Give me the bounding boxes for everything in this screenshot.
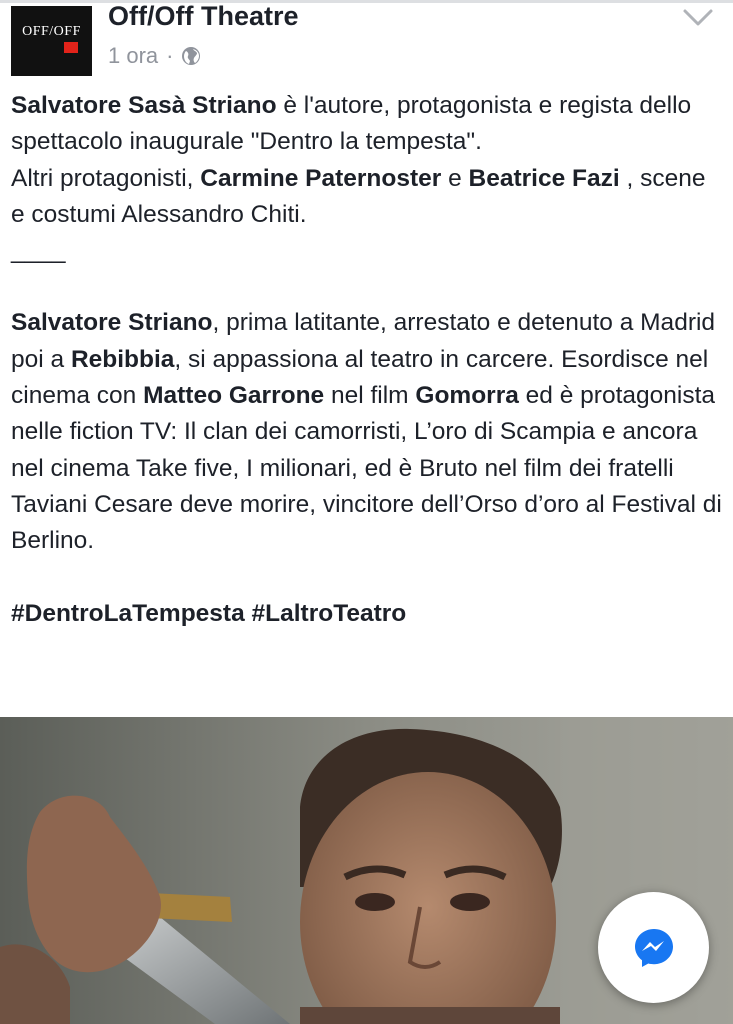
- paragraph-1-text-3: e: [441, 164, 469, 192]
- mention-salvatore-striano[interactable]: Salvatore Striano: [11, 309, 213, 336]
- post-paragraph-2: Salvatore Striano, prima latitante, arre…: [11, 305, 723, 559]
- page-name-link[interactable]: Off/Off Theatre: [108, 1, 299, 32]
- mention-salvatore-sasa-striano[interactable]: Salvatore Sasà Striano: [11, 92, 277, 119]
- avatar-logo-text: OFF/OFF: [22, 24, 81, 39]
- page-avatar[interactable]: OFF/OFF: [11, 6, 92, 76]
- facebook-post: OFF/OFF Off/Off Theatre 1 ora · Salvator…: [0, 0, 733, 1024]
- mention-beatrice-fazi[interactable]: Beatrice Fazi: [469, 165, 620, 192]
- messenger-icon: [634, 928, 673, 967]
- messenger-button[interactable]: [598, 892, 709, 1003]
- chevron-down-icon[interactable]: [682, 5, 714, 29]
- mention-carmine-paternoster[interactable]: Carmine Paternoster: [200, 165, 441, 192]
- meta-separator: ·: [166, 43, 174, 68]
- post-paragraph-1: Salvatore Sasà Striano è l'autore, prota…: [11, 88, 723, 233]
- post-meta: 1 ora ·: [108, 43, 201, 69]
- mention-rebibbia[interactable]: Rebibbia: [71, 346, 174, 373]
- separator-line: ____: [11, 237, 66, 265]
- hashtags[interactable]: #DentroLaTempesta #LaltroTeatro: [11, 596, 723, 632]
- paragraph-2-text-3: nel film: [324, 382, 416, 410]
- post-time[interactable]: 1 ora: [108, 43, 158, 69]
- avatar-logo-red-mark: [63, 42, 78, 53]
- post-text: Salvatore Sasà Striano è l'autore, prota…: [11, 88, 723, 632]
- mention-gomorra[interactable]: Gomorra: [415, 382, 518, 409]
- mention-matteo-garrone[interactable]: Matteo Garrone: [143, 382, 324, 409]
- paragraph-1-text-2: Altri protagonisti,: [11, 164, 201, 192]
- globe-icon[interactable]: [181, 46, 201, 66]
